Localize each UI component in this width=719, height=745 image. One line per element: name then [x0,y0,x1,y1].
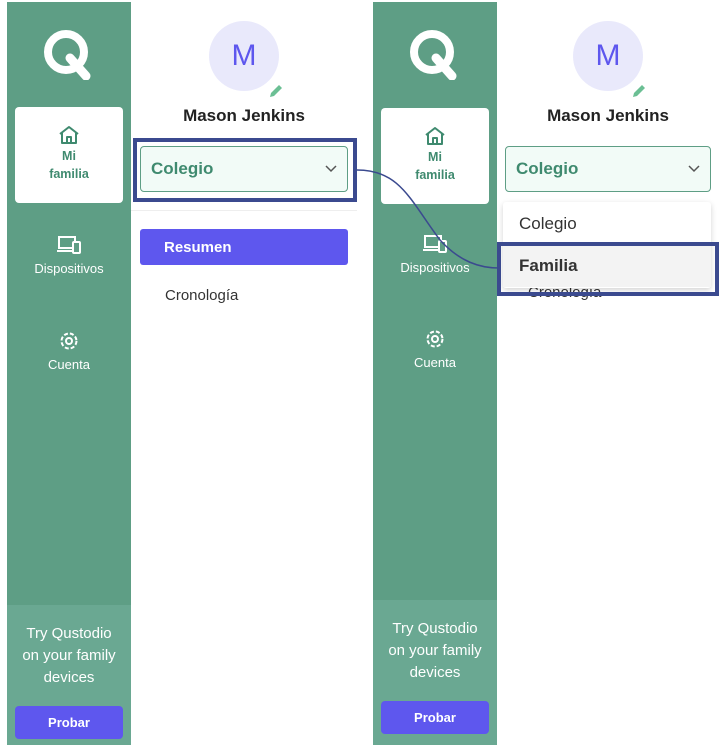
home-icon [58,125,80,145]
main-content: M Mason Jenkins Colegio Cronología Coleg… [497,0,719,745]
left-screen: Mi familia Dispositivos Cuenta Try Qusto… [7,0,357,745]
promo-line-1: Try Qustodio [392,620,478,637]
probar-button[interactable]: Probar [381,701,489,734]
promo-line-3: devices [409,664,461,681]
profile-select[interactable]: Colegio [505,146,711,192]
highlight-box-selector [133,138,357,202]
qustodio-logo [373,28,497,80]
sidebar: Mi familia Dispositivos Cuenta Try Qusto… [373,2,497,745]
nav-label-dispositivos: Dispositivos [400,260,470,275]
dropdown-option-colegio[interactable]: Colegio [519,214,577,234]
edit-pencil-icon[interactable] [631,83,647,99]
gear-icon [425,329,445,349]
edit-pencil-icon[interactable] [268,83,284,99]
user-name: Mason Jenkins [547,106,669,125]
nav-label-familia: familia [415,168,455,182]
nav-item-dispositivos[interactable]: Dispositivos [381,234,489,275]
nav-item-cuenta[interactable]: Cuenta [15,331,123,372]
gear-icon [59,331,79,351]
probar-button[interactable]: Probar [15,706,123,739]
divider [131,210,357,211]
profile-select-value: Colegio [516,159,579,178]
promo-line-2: on your family [22,647,116,664]
nav-label-cuenta: Cuenta [414,355,456,370]
qustodio-logo [7,28,131,80]
nav-label-cuenta: Cuenta [48,357,90,372]
nav-item-cuenta[interactable]: Cuenta [381,329,489,370]
promo-line-1: Try Qustodio [26,625,112,642]
sidebar: Mi familia Dispositivos Cuenta Try Qusto… [7,2,131,745]
promo-line-2: on your family [388,642,482,659]
right-screen: Mi familia Dispositivos Cuenta Try Qusto… [373,0,719,745]
promo-box: Try Qustodio on your family devices Prob… [7,605,131,745]
promo-box: Try Qustodio on your family devices Prob… [373,600,497,745]
home-icon [424,126,446,146]
nav-label-dispositivos: Dispositivos [34,261,104,276]
devices-icon [422,234,448,254]
nav-item-dispositivos[interactable]: Dispositivos [15,235,123,276]
main-content: M Mason Jenkins Colegio Resumen Cronolog… [131,0,357,745]
nav-item-mi-familia[interactable]: Mi familia [15,107,123,203]
menu-item-cronologia[interactable]: Cronología [165,287,238,304]
nav-label-mi: Mi [428,150,442,164]
highlight-box-option [497,242,719,296]
nav-label-familia: familia [49,167,89,181]
avatar: M [209,21,279,91]
menu-item-resumen[interactable]: Resumen [140,229,348,265]
promo-line-3: devices [43,669,95,686]
nav-item-mi-familia[interactable]: Mi familia [381,108,489,204]
user-name: Mason Jenkins [183,106,305,125]
chevron-down-icon [688,165,700,173]
devices-icon [56,235,82,255]
avatar: M [573,21,643,91]
nav-label-mi: Mi [62,149,76,163]
